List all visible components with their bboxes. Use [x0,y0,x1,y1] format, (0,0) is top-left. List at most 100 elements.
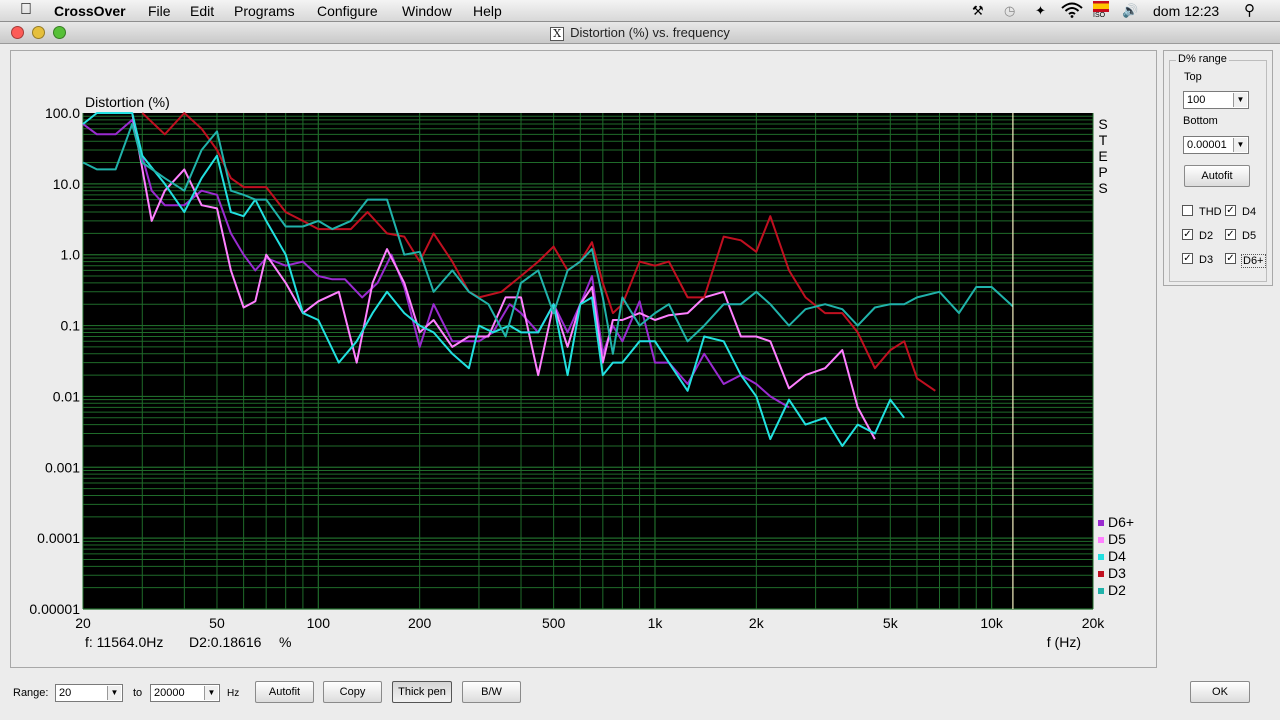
bottom-range-value: 0.00001 [1187,139,1227,151]
legend-label: D4 [1108,548,1126,564]
d5-checkbox[interactable]: ✓ [1225,229,1236,240]
menubar:  CrossOver File Edit Programs Configure… [0,0,1280,22]
thick-pen-toggle[interactable]: Thick pen [392,681,452,703]
menu-configure[interactable]: Configure [317,2,378,20]
time-machine-icon[interactable]: ◷ [1004,2,1015,20]
legend-label: D3 [1108,565,1126,581]
bottom-label: Bottom [1183,115,1218,127]
top-label: Top [1184,71,1202,83]
thd-checkbox[interactable] [1182,205,1193,216]
d2-label: D2 [1199,230,1214,242]
x-tick-label: 20 [75,615,91,631]
ok-button[interactable]: OK [1190,681,1250,703]
y-tick-label: 1.0 [61,247,81,263]
apple-menu-icon[interactable]:  [20,1,32,19]
range-from-value: 20 [59,687,72,699]
readout-unit: % [279,634,291,650]
y-tick-label: 0.01 [53,388,80,404]
thd-label: THD [1199,206,1222,218]
input-flag-icon[interactable]: ISO [1093,1,1109,19]
readout-frequency: f: 11564.0Hz [85,634,163,650]
bluetooth-icon[interactable]: ✦ [1035,2,1046,20]
y-axis-label: Distortion (%) [85,94,170,110]
plot-panel: 100.0 10.0 1.0 0.1 0.01 0.001 0.0001 0.00001 20 5… [10,50,1157,668]
side-label-letter: E [1098,148,1107,164]
d-range-group: D% range Top 100 ▼ Bottom 0.00001 ▼ Auto… [1169,53,1267,282]
window-title-text: Distortion (%) vs. frequency [570,25,730,40]
legend-swatch [1098,554,1104,560]
top-range-value: 100 [1187,94,1206,106]
distortion-window: X Distortion (%) vs. frequency 100.0 10.0 1… [0,22,1280,720]
legend-label: D5 [1108,531,1126,547]
range-autofit-button[interactable]: Autofit [1184,165,1250,187]
chevron-down-icon: ▼ [107,686,121,700]
range-panel: D% range Top 100 ▼ Bottom 0.00001 ▼ Auto… [1163,50,1273,286]
legend-label: D2 [1108,582,1126,598]
range-to-label: to [133,687,143,699]
side-label-letter: S [1098,180,1107,196]
window-titlebar[interactable]: X Distortion (%) vs. frequency [0,22,1280,44]
side-label-letter: P [1098,164,1107,180]
menu-edit[interactable]: Edit [190,2,214,20]
flag-badge-label: ISO [1093,12,1106,19]
legend-swatch [1098,537,1104,543]
d6plus-label: D6+ [1241,254,1266,268]
menu-help[interactable]: Help [473,2,502,20]
d3-label: D3 [1199,254,1214,266]
top-range-select[interactable]: 100 ▼ [1183,91,1249,109]
x-tick-label: 10k [980,615,1004,631]
x-tick-label: 20k [1082,615,1106,631]
d2-checkbox[interactable]: ✓ [1182,229,1193,240]
chevron-down-icon: ▼ [204,686,218,700]
window-title: X Distortion (%) vs. frequency [0,25,1280,41]
copy-button[interactable]: Copy [323,681,382,703]
x-tick-label: 200 [408,615,432,631]
legend-swatch [1098,520,1104,526]
wifi-icon[interactable] [1061,2,1083,23]
d5-label: D5 [1242,230,1257,242]
x-axis-label: f (Hz) [1047,634,1081,650]
d4-checkbox[interactable]: ✓ [1225,205,1236,216]
d4-label: D4 [1242,206,1257,218]
d6plus-checkbox[interactable]: ✓ [1225,253,1236,264]
x-tick-label: 50 [209,615,225,631]
y-tick-label: 10.0 [53,176,80,192]
readout-value: D2:0.18616 [189,634,262,650]
distortion-chart[interactable]: 100.0 10.0 1.0 0.1 0.01 0.001 0.0001 0.0000120 5… [11,51,1156,667]
x-tick-label: 500 [542,615,566,631]
hz-unit-label: Hz [227,688,240,699]
x-tick-label: 2k [749,615,765,631]
x11-app-icon: X [550,27,565,41]
chevron-down-icon: ▼ [1233,138,1247,152]
y-tick-label: 0.1 [61,318,81,334]
legend-swatch [1098,588,1104,594]
y-tick-label: 0.00001 [29,601,80,617]
menu-window[interactable]: Window [402,2,452,20]
d3-checkbox[interactable]: ✓ [1182,253,1193,264]
autofit-button[interactable]: Autofit [255,681,314,703]
legend-label: D6+ [1108,514,1134,530]
legend-swatch [1098,571,1104,577]
chevron-down-icon: ▼ [1233,93,1247,107]
volume-icon[interactable]: 🔊 [1122,2,1138,20]
menu-programs[interactable]: Programs [234,2,295,20]
y-tick-label: 0.0001 [37,530,80,546]
y-tick-label: 0.001 [45,459,80,475]
x-tick-label: 1k [648,615,664,631]
menu-file[interactable]: File [148,2,171,20]
d-range-group-label: D% range [1176,53,1229,65]
menubar-clock[interactable]: dom 12:23 [1153,2,1219,20]
side-label-letter: T [1099,132,1108,148]
range-label: Range: [13,687,49,699]
range-to-select[interactable]: 20000 ▼ [150,684,220,702]
bottom-range-select[interactable]: 0.00001 ▼ [1183,136,1249,154]
x-tick-label: 100 [307,615,331,631]
menu-app[interactable]: CrossOver [54,2,126,20]
y-tick-label: 100.0 [45,105,80,121]
tools-icon[interactable]: ⚒ [972,2,984,20]
side-label-letter: S [1098,116,1107,132]
range-from-select[interactable]: 20 ▼ [55,684,123,702]
bw-toggle[interactable]: B/W [462,681,521,703]
x-tick-label: 5k [883,615,899,631]
spotlight-search-icon[interactable]: ⚲ [1244,2,1255,20]
